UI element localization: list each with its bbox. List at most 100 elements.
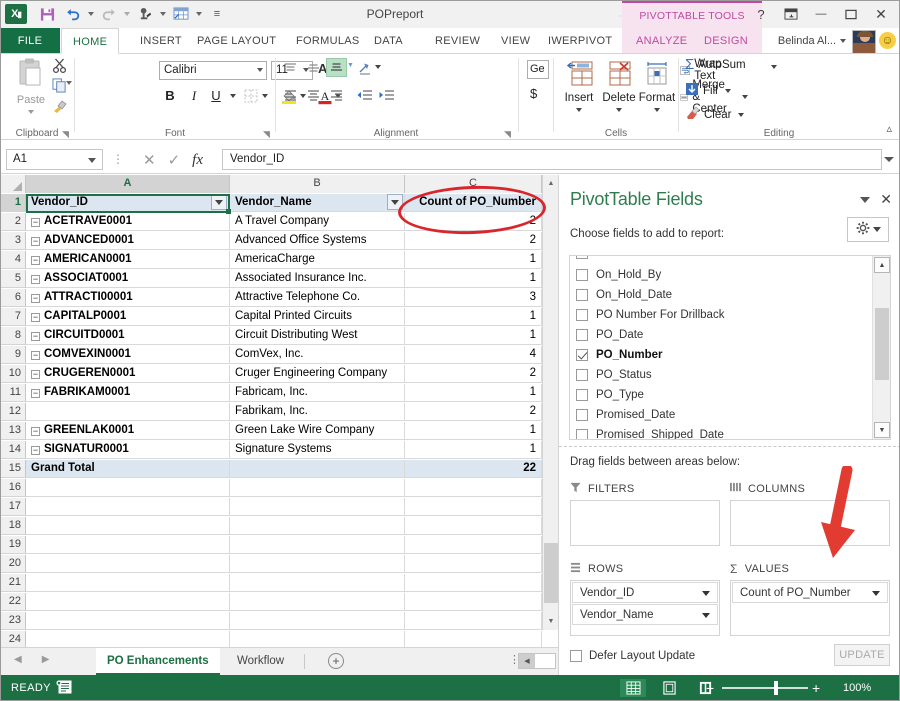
cell-A16[interactable]	[26, 479, 230, 497]
row-header-21[interactable]: 21	[0, 574, 26, 592]
touch-mode-icon[interactable]	[132, 3, 158, 25]
zoom-out-button[interactable]: −	[706, 680, 714, 696]
collapse-button-ASSOCIAT0001[interactable]: −	[31, 275, 40, 284]
sheet-prev-icon[interactable]: ◀	[14, 654, 22, 670]
cell-A2[interactable]: ACETRAVE0001	[26, 213, 230, 231]
tab-design[interactable]: DESIGN	[693, 28, 759, 54]
cell-B21[interactable]	[230, 574, 405, 592]
cell-A17[interactable]	[26, 498, 230, 516]
row-field-chip-vendor-id[interactable]: Vendor_ID	[572, 582, 718, 603]
cell-B4[interactable]: AmericaCharge	[230, 251, 405, 269]
field-list-tools-dropdown-icon[interactable]	[872, 227, 881, 232]
cell-A7[interactable]: CAPITALP0001	[26, 308, 230, 326]
zoom-slider[interactable]	[722, 681, 808, 695]
tab-analyze[interactable]: ANALYZE	[625, 28, 698, 54]
row-header-14[interactable]: 14	[0, 441, 26, 459]
paste-dropdown-icon[interactable]	[28, 110, 34, 114]
row-header-6[interactable]: 6	[0, 289, 26, 307]
field-scroll-down-button[interactable]: ▼	[874, 422, 890, 438]
field-item-on-hold-by[interactable]: On_Hold_By	[570, 264, 868, 286]
collapse-button-ADVANCED0001[interactable]: −	[31, 237, 40, 246]
checkbox-icon[interactable]	[576, 389, 588, 401]
row-header-24[interactable]: 24	[0, 631, 26, 647]
collapse-button-SIGNATUR0001[interactable]: −	[31, 446, 40, 455]
collapse-button-FABRIKAM0001[interactable]: −	[31, 389, 40, 398]
cell-B3[interactable]: Advanced Office Systems	[230, 232, 405, 250]
filter-button-vendor-name[interactable]	[387, 194, 403, 210]
cell-A11[interactable]: FABRIKAM0001	[26, 384, 230, 402]
close-icon[interactable]: ✕	[866, 1, 896, 27]
checkbox-icon[interactable]	[576, 289, 588, 301]
add-sheet-icon[interactable]: +	[328, 653, 344, 669]
cell-C22[interactable]	[405, 593, 542, 611]
cell-A5[interactable]: ASSOCIAT0001	[26, 270, 230, 288]
clipboard-dialog-launcher[interactable]: ◥	[62, 129, 71, 139]
field-item-po-status[interactable]: PO_Status	[570, 364, 868, 386]
cell-C20[interactable]	[405, 555, 542, 573]
name-box[interactable]: A1	[6, 149, 103, 170]
field-scroll-up-button[interactable]: ▲	[874, 257, 890, 273]
smiley-icon[interactable]: ☺	[879, 32, 896, 49]
page-layout-view-icon[interactable]	[656, 679, 682, 697]
cell-B5[interactable]: Associated Insurance Inc.	[230, 270, 405, 288]
row-header-16[interactable]: 16	[0, 479, 26, 497]
align-bottom-icon[interactable]	[326, 58, 347, 77]
currency-format-icon[interactable]: $	[530, 86, 537, 101]
cell-C5[interactable]: 1	[405, 270, 542, 288]
cell-A13[interactable]: GREENLAK0001	[26, 422, 230, 440]
zoom-in-button[interactable]: +	[812, 680, 820, 696]
cell-A3[interactable]: ADVANCED0001	[26, 232, 230, 250]
row-header-3[interactable]: 3	[0, 232, 26, 250]
cell-A20[interactable]	[26, 555, 230, 573]
align-left-icon[interactable]	[280, 85, 301, 104]
tab-page-layout[interactable]: PAGE LAYOUT	[186, 28, 287, 54]
align-middle-icon[interactable]	[303, 59, 324, 78]
cell-C10[interactable]: 2	[405, 365, 542, 383]
align-top-icon[interactable]	[280, 59, 301, 78]
field-list-scrollbar[interactable]: ▲ ▼	[872, 256, 890, 439]
format-painter-icon[interactable]	[52, 98, 72, 116]
cell-B11[interactable]: Fabricam, Inc.	[230, 384, 405, 402]
cell-B2[interactable]: A Travel Company	[230, 213, 405, 231]
checkbox-icon[interactable]	[576, 369, 588, 381]
field-item-po-number[interactable]: PO_Number	[570, 344, 868, 366]
row-header-5[interactable]: 5	[0, 270, 26, 288]
autosum-dropdown-icon[interactable]	[771, 65, 777, 69]
cell-C3[interactable]: 2	[405, 232, 542, 250]
collapse-button-ACETRAVE0001[interactable]: −	[31, 218, 40, 227]
italic-button[interactable]: I	[184, 86, 204, 106]
value-field-chip-count-of-po-number[interactable]: Count of PO_Number	[732, 582, 888, 603]
cell-B13[interactable]: Green Lake Wire Company	[230, 422, 405, 440]
cell-A8[interactable]: CIRCUITD0001	[26, 327, 230, 345]
row-header-10[interactable]: 10	[0, 365, 26, 383]
select-all-corner[interactable]	[0, 175, 26, 193]
orientation-icon[interactable]	[356, 59, 377, 78]
help-icon[interactable]: ?	[746, 1, 776, 27]
zoom-level-label[interactable]: 100%	[843, 682, 871, 694]
formula-input[interactable]: Vendor_ID	[222, 149, 882, 170]
cell-C8[interactable]: 1	[405, 327, 542, 345]
cell-B1[interactable]: Vendor_Name	[230, 194, 405, 212]
collapse-button-CRUGEREN0001[interactable]: −	[31, 370, 40, 379]
sheet-tab-po-enhancements[interactable]: PO Enhancements	[96, 648, 220, 675]
cell-A19[interactable]	[26, 536, 230, 554]
field-list-scroll-thumb[interactable]	[875, 308, 889, 380]
undo-icon[interactable]	[60, 3, 86, 25]
collapse-button-CAPITALP0001[interactable]: −	[31, 313, 40, 322]
cell-A10[interactable]: CRUGEREN0001	[26, 365, 230, 383]
scissors-icon[interactable]	[52, 58, 72, 76]
horizontal-scrollbar[interactable]: ◀	[518, 653, 556, 669]
tab-insert[interactable]: INSERT	[129, 28, 193, 54]
columns-drop-zone[interactable]	[730, 500, 890, 546]
cell-B23[interactable]	[230, 612, 405, 630]
cell-C6[interactable]: 3	[405, 289, 542, 307]
horizontal-scroll-thumb[interactable]: ◀	[519, 654, 535, 668]
field-item-po-date[interactable]: PO_Date	[570, 324, 868, 346]
column-header-a[interactable]: A	[26, 175, 230, 193]
enter-formula-icon[interactable]: ✓	[168, 151, 181, 169]
zoom-slider-thumb[interactable]	[774, 681, 778, 695]
collapse-button-CIRCUITD0001[interactable]: −	[31, 332, 40, 341]
field-item-on-hold-date[interactable]: On_Hold_Date	[570, 284, 868, 306]
tab-formulas[interactable]: FORMULAS	[285, 28, 371, 54]
cell-C24[interactable]	[405, 631, 542, 647]
